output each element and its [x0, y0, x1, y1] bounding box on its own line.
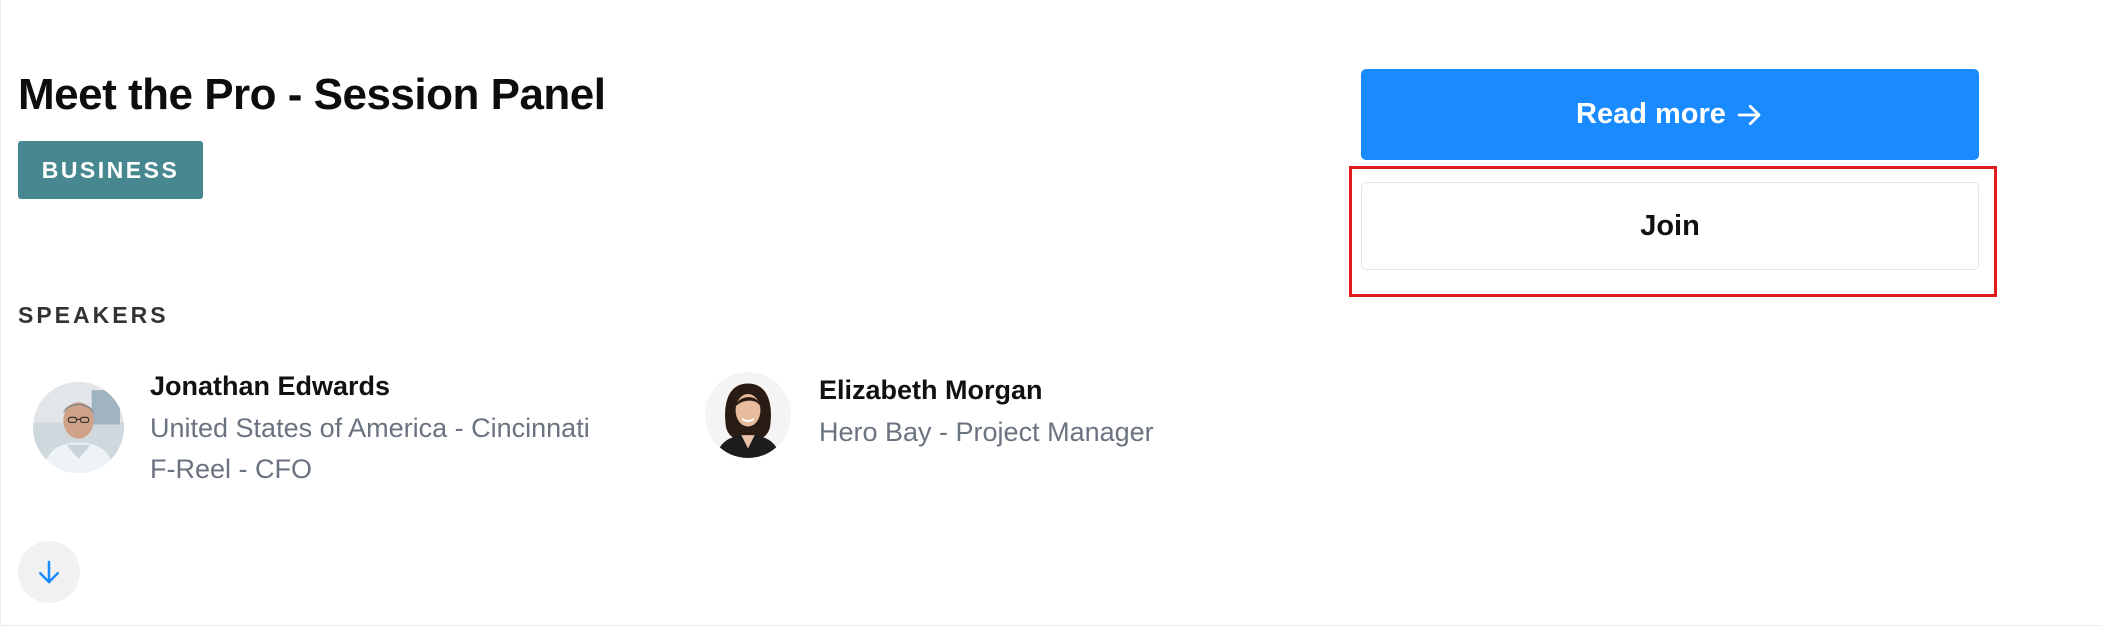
- speaker-item[interactable]: Elizabeth Morgan Hero Bay - Project Mana…: [705, 372, 1154, 458]
- arrow-down-icon: [34, 557, 64, 587]
- read-more-label: Read more: [1576, 98, 1726, 130]
- read-more-button[interactable]: Read more: [1361, 69, 1979, 160]
- session-title: Meet the Pro - Session Panel: [18, 70, 606, 119]
- speaker-item[interactable]: Jonathan Edwards United States of Americ…: [33, 368, 590, 490]
- arrow-right-icon: [1734, 100, 1764, 130]
- category-badge: BUSINESS: [18, 141, 203, 199]
- speakers-heading: SPEAKERS: [18, 302, 169, 328]
- speaker-role: Hero Bay - Project Manager: [819, 417, 1154, 447]
- speaker-name: Elizabeth Morgan: [819, 375, 1043, 405]
- session-card: Meet the Pro - Session Panel BUSINESS SP…: [0, 0, 2102, 626]
- speaker-location: United States of America - Cincinnati: [150, 413, 590, 443]
- join-button[interactable]: Join: [1361, 182, 1979, 270]
- speaker-role: F-Reel - CFO: [150, 454, 312, 484]
- speaker-name: Jonathan Edwards: [150, 371, 391, 401]
- speaker-avatar: [705, 372, 791, 458]
- speaker-avatar: [33, 382, 124, 473]
- scroll-down-button[interactable]: [18, 541, 80, 603]
